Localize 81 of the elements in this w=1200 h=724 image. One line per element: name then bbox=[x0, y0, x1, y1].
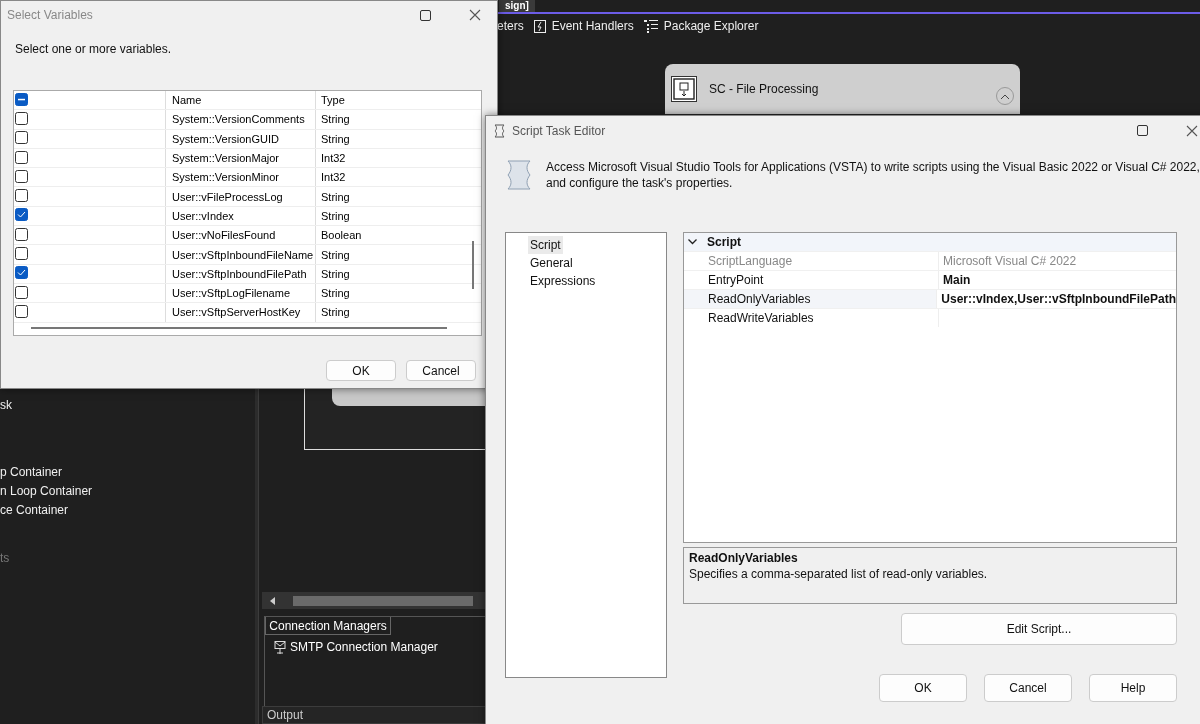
scroll-icon bbox=[504, 159, 532, 191]
checkbox[interactable] bbox=[15, 131, 28, 145]
navigation-item[interactable]: Expressions bbox=[528, 272, 598, 290]
ok-button[interactable]: OK bbox=[326, 360, 396, 381]
table-cell: String bbox=[315, 283, 465, 303]
table-cell: String bbox=[315, 110, 465, 129]
navigation-item[interactable]: General bbox=[528, 254, 575, 272]
table-cell: String bbox=[315, 206, 465, 226]
table-cell: Boolean bbox=[315, 226, 465, 245]
checkbox[interactable] bbox=[15, 247, 28, 260]
close-icon[interactable] bbox=[469, 9, 481, 21]
table-cell: String bbox=[315, 187, 465, 206]
checkbox[interactable] bbox=[15, 189, 28, 203]
table-cell: System::VersionMinor bbox=[165, 168, 315, 187]
vertical-scrollbar[interactable] bbox=[472, 241, 474, 289]
toolbox-item[interactable]: n Loop Container bbox=[0, 482, 93, 501]
toolbar-button[interactable]: eters bbox=[497, 19, 524, 33]
table-cell: String bbox=[315, 129, 465, 148]
property-name[interactable]: EntryPoint bbox=[684, 271, 938, 289]
navigation-item[interactable]: Script bbox=[528, 236, 563, 254]
checkbox[interactable] bbox=[15, 150, 28, 164]
checkbox[interactable] bbox=[15, 111, 28, 125]
toolbox-item[interactable]: p Container bbox=[0, 463, 93, 482]
connection-icon bbox=[274, 640, 286, 654]
checkbox[interactable] bbox=[15, 169, 28, 183]
table-cell: System::VersionComments bbox=[165, 110, 315, 129]
table-cell: User::vNoFilesFound bbox=[165, 226, 315, 245]
container-icon bbox=[671, 76, 697, 102]
document-tab[interactable]: sign] bbox=[499, 0, 535, 12]
table-cell: String bbox=[315, 264, 465, 283]
edit-script-button[interactable]: Edit Script... bbox=[901, 613, 1177, 645]
table-cell: User::vSftpInboundFilePath bbox=[165, 264, 315, 283]
maximize-icon[interactable] bbox=[1136, 125, 1148, 136]
toolbox-item[interactable]: sk bbox=[0, 396, 93, 415]
checkbox[interactable] bbox=[15, 227, 28, 241]
window-title: Script Task Editor bbox=[512, 123, 607, 138]
collapse-icon[interactable] bbox=[688, 239, 697, 245]
table-cell: String bbox=[315, 245, 465, 264]
table-cell: User::vSftpLogFilename bbox=[165, 283, 315, 303]
cancel-button[interactable]: Cancel bbox=[406, 360, 476, 381]
connection-manager-item[interactable]: SMTP Connection Manager bbox=[274, 640, 438, 654]
column-header[interactable]: Type bbox=[315, 91, 465, 110]
table-cell: String bbox=[315, 303, 465, 322]
horizontal-scrollbar[interactable] bbox=[31, 327, 447, 329]
checkbox[interactable] bbox=[15, 92, 28, 106]
toolbar-button[interactable]: Event Handlers bbox=[533, 19, 634, 33]
scroll-icon bbox=[492, 123, 506, 138]
toolbox-item[interactable]: ce Container bbox=[0, 501, 93, 520]
container-node[interactable]: SC - File Processing bbox=[665, 64, 1020, 114]
instruction-text: Select one or more variables. bbox=[15, 42, 173, 56]
table-cell: Int32 bbox=[315, 148, 465, 168]
cancel-button[interactable]: Cancel bbox=[984, 674, 1072, 702]
property-name[interactable]: ReadOnlyVariables bbox=[684, 290, 937, 308]
window-title: Select Variables bbox=[7, 8, 94, 22]
property-grid: Script ScriptLanguage Microsoft Visual C# 2022 EntryPoint Main ReadOnlyVariables User::vIndex,User::vSftpInboundFilePath ReadWriteVariables bbox=[683, 232, 1177, 543]
checkbox[interactable] bbox=[15, 266, 28, 280]
toolbar-button[interactable]: Package Explorer bbox=[643, 19, 759, 33]
column-header[interactable]: Name bbox=[165, 91, 315, 110]
table-cell: User::vSftpInboundFileName bbox=[165, 245, 315, 264]
left-arrow-icon[interactable] bbox=[270, 596, 275, 605]
table-cell: User::vFileProcessLog bbox=[165, 187, 315, 206]
checkbox[interactable] bbox=[15, 285, 28, 299]
help-text: Specifies a comma-separated list of read-only variables. bbox=[689, 567, 989, 581]
table-cell: System::VersionMajor bbox=[165, 148, 315, 168]
panel-tab[interactable]: Connection Managers bbox=[265, 617, 391, 635]
property-name[interactable]: ReadWriteVariables bbox=[684, 309, 938, 327]
checkbox[interactable] bbox=[15, 208, 28, 222]
close-icon[interactable] bbox=[1186, 124, 1198, 137]
lightning-document-icon bbox=[533, 19, 546, 33]
checkbox[interactable] bbox=[15, 304, 28, 318]
help-button[interactable]: Help bbox=[1089, 674, 1177, 702]
table-cell: Int32 bbox=[315, 168, 465, 187]
maximize-icon[interactable] bbox=[419, 9, 431, 21]
tree-list-icon bbox=[643, 19, 658, 33]
category-row[interactable]: Script bbox=[684, 233, 1176, 251]
table-cell: User::vSftpServerHostKey bbox=[165, 303, 315, 322]
table-cell: User::vIndex bbox=[165, 206, 315, 226]
help-title: ReadOnlyVariables bbox=[689, 551, 799, 565]
table-cell: System::VersionGUID bbox=[165, 129, 315, 148]
ok-button[interactable]: OK bbox=[879, 674, 967, 702]
description-text: Access Microsoft Visual Studio Tools for Applications (VSTA) to write scripts using the Visual Basic 2022 or Visual C# 2022, and configure the task's properties. bbox=[546, 159, 1200, 191]
